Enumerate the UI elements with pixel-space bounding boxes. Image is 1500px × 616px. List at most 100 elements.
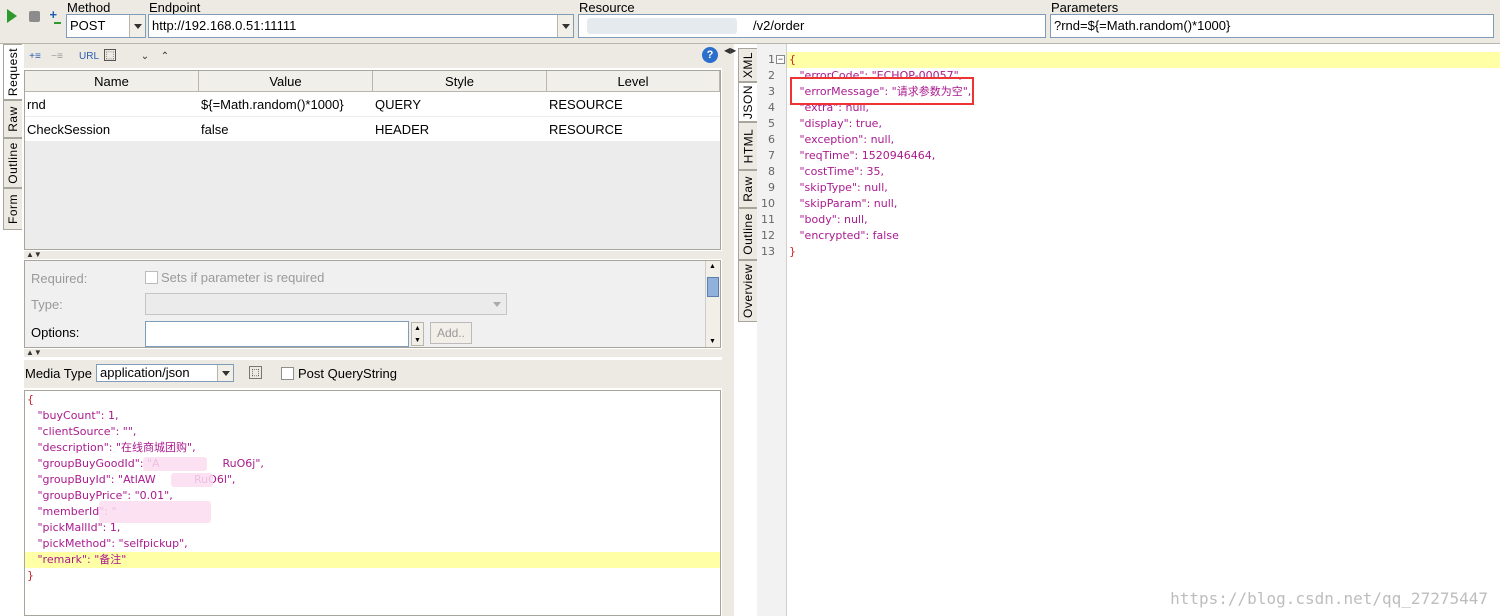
- scroll-up-icon[interactable]: ▲: [709, 263, 716, 270]
- post-querystring-checkbox[interactable]: [281, 367, 294, 380]
- watermark: https://blog.csdn.net/qq_27275447: [1170, 589, 1488, 608]
- options-input[interactable]: [145, 321, 409, 347]
- expand-icon[interactable]: ⬚: [249, 366, 262, 379]
- response-line: }: [789, 245, 796, 258]
- expand-icon[interactable]: ⬚: [104, 49, 116, 61]
- remove-param-icon[interactable]: −≡: [50, 49, 64, 63]
- response-json-viewer[interactable]: { "errorCode": "ECHOP-00057", "errorMess…: [787, 44, 1500, 616]
- method-select[interactable]: POST: [66, 14, 146, 38]
- line-number: 6: [768, 133, 775, 146]
- param-style-cell[interactable]: QUERY: [373, 92, 421, 117]
- param-level-cell[interactable]: RESOURCE: [547, 92, 623, 117]
- splitter-handle[interactable]: ▲▼: [24, 251, 722, 259]
- options-scrollbar[interactable]: ▲ ▼: [411, 322, 424, 346]
- resource-label: Resource: [579, 0, 635, 15]
- code-line: "description": "在线商城团购",: [27, 441, 196, 454]
- column-header-style[interactable]: Style: [373, 71, 547, 92]
- redaction-blur: [171, 473, 213, 487]
- line-number: 4: [768, 101, 775, 114]
- table-row[interactable]: CheckSession false HEADER RESOURCE: [25, 117, 720, 142]
- tab-outline[interactable]: Outline: [3, 138, 22, 188]
- stop-button[interactable]: [26, 8, 42, 24]
- line-number: 8: [768, 165, 775, 178]
- type-label: Type:: [31, 297, 63, 312]
- add-param-icon[interactable]: +≡: [28, 49, 42, 63]
- tab-form[interactable]: Form: [3, 188, 22, 230]
- line-number: 10: [761, 197, 775, 210]
- tab-outline-response[interactable]: Outline: [738, 208, 757, 260]
- code-line: "groupBuyId": "AtlAW RuO6l",: [27, 473, 236, 486]
- endpoint-select[interactable]: http://192.168.0.51:11111: [148, 14, 574, 38]
- splitter-handle[interactable]: ▲▼: [24, 349, 722, 357]
- tab-request[interactable]: Request: [3, 44, 22, 100]
- tab-raw-response[interactable]: Raw: [738, 170, 757, 208]
- param-name-cell[interactable]: CheckSession: [25, 117, 110, 142]
- parameters-label: Parameters: [1051, 0, 1119, 15]
- run-button[interactable]: [4, 8, 20, 24]
- line-number: 7: [768, 149, 775, 162]
- annotation-highlight-box: [790, 77, 974, 105]
- media-type-bar: Media Type application/json ⬚ Post Query…: [24, 360, 722, 388]
- tab-overview[interactable]: Overview: [738, 260, 757, 322]
- add-step-button[interactable]: +: [47, 8, 63, 24]
- code-line: "groupBuyGoodId": "A RuO6j",: [37, 457, 264, 470]
- chevron-down-icon: [493, 302, 501, 307]
- code-line: }: [27, 569, 34, 582]
- fold-toggle-icon[interactable]: −: [776, 55, 785, 64]
- tab-raw[interactable]: Raw: [3, 100, 22, 138]
- resource-input[interactable]: /v2/order: [578, 14, 1046, 38]
- response-line-current: {: [787, 52, 1500, 68]
- stop-icon: [28, 10, 40, 22]
- tab-xml[interactable]: XML: [738, 48, 757, 82]
- pane-divider[interactable]: ◀▶: [722, 44, 736, 616]
- column-header-name[interactable]: Name: [25, 71, 199, 92]
- param-style-cell[interactable]: HEADER: [373, 117, 429, 142]
- resource-value: /v2/order: [753, 18, 805, 33]
- post-querystring-label: Post QueryString: [298, 366, 397, 381]
- required-checkbox[interactable]: [145, 271, 158, 284]
- scroll-down-icon[interactable]: ▼: [709, 338, 716, 345]
- media-type-select[interactable]: application/json: [96, 364, 234, 382]
- column-header-level[interactable]: Level: [547, 71, 720, 92]
- response-line: "skipType": null,: [789, 181, 888, 194]
- param-value-cell[interactable]: ${=Math.random()*1000}: [199, 92, 344, 117]
- chevron-down-icon[interactable]: [129, 15, 145, 37]
- response-line: "reqTime": 1520946464,: [789, 149, 936, 162]
- url-icon[interactable]: URL: [79, 49, 99, 63]
- chevron-up-icon[interactable]: ⌃: [158, 49, 172, 63]
- media-type-label: Media Type: [25, 366, 92, 381]
- response-line: "body": null,: [789, 213, 868, 226]
- chevron-down-icon[interactable]: ⌄: [138, 49, 152, 63]
- tab-html[interactable]: HTML: [738, 122, 757, 170]
- table-row[interactable]: rnd ${=Math.random()*1000} QUERY RESOURC…: [25, 92, 720, 117]
- param-value-cell[interactable]: false: [199, 117, 228, 142]
- request-body-editor[interactable]: { "buyCount": 1, "clientSource": "", "de…: [24, 390, 721, 616]
- collapse-icon[interactable]: ◀▶: [724, 46, 736, 55]
- param-name-cell[interactable]: rnd: [25, 92, 46, 117]
- column-header-value[interactable]: Value: [199, 71, 373, 92]
- params-toolbar: +≡ −≡ URL ⬚ ⌄ ⌃ ?: [24, 44, 722, 68]
- tab-json[interactable]: JSON: [738, 82, 757, 122]
- parameters-input[interactable]: ?rnd=${=Math.random()*1000}: [1050, 14, 1494, 38]
- scroll-thumb[interactable]: [707, 277, 719, 297]
- code-line: "pickMethod": "selfpickup",: [27, 537, 188, 550]
- add-option-button[interactable]: Add..: [430, 322, 472, 344]
- chevron-down-icon[interactable]: [217, 365, 233, 381]
- type-select[interactable]: [145, 293, 507, 315]
- help-icon[interactable]: ?: [702, 47, 718, 63]
- line-number: 11: [761, 213, 775, 226]
- required-description: Sets if parameter is required: [161, 270, 325, 285]
- redaction-blur: [99, 501, 211, 523]
- param-level-cell[interactable]: RESOURCE: [547, 117, 623, 142]
- code-line-current: "remark": "备注": [25, 552, 720, 568]
- parameters-value: ?rnd=${=Math.random()*1000}: [1054, 18, 1231, 33]
- code-line: {: [27, 393, 34, 406]
- options-label: Options:: [31, 325, 80, 340]
- detail-scrollbar[interactable]: ▲ ▼: [705, 261, 720, 347]
- response-line: "skipParam": null,: [789, 197, 898, 210]
- method-value: POST: [70, 18, 106, 33]
- chevron-down-icon[interactable]: [557, 15, 573, 37]
- line-number: 5: [768, 117, 775, 130]
- response-line: "display": true,: [789, 117, 882, 130]
- line-number: 9: [768, 181, 775, 194]
